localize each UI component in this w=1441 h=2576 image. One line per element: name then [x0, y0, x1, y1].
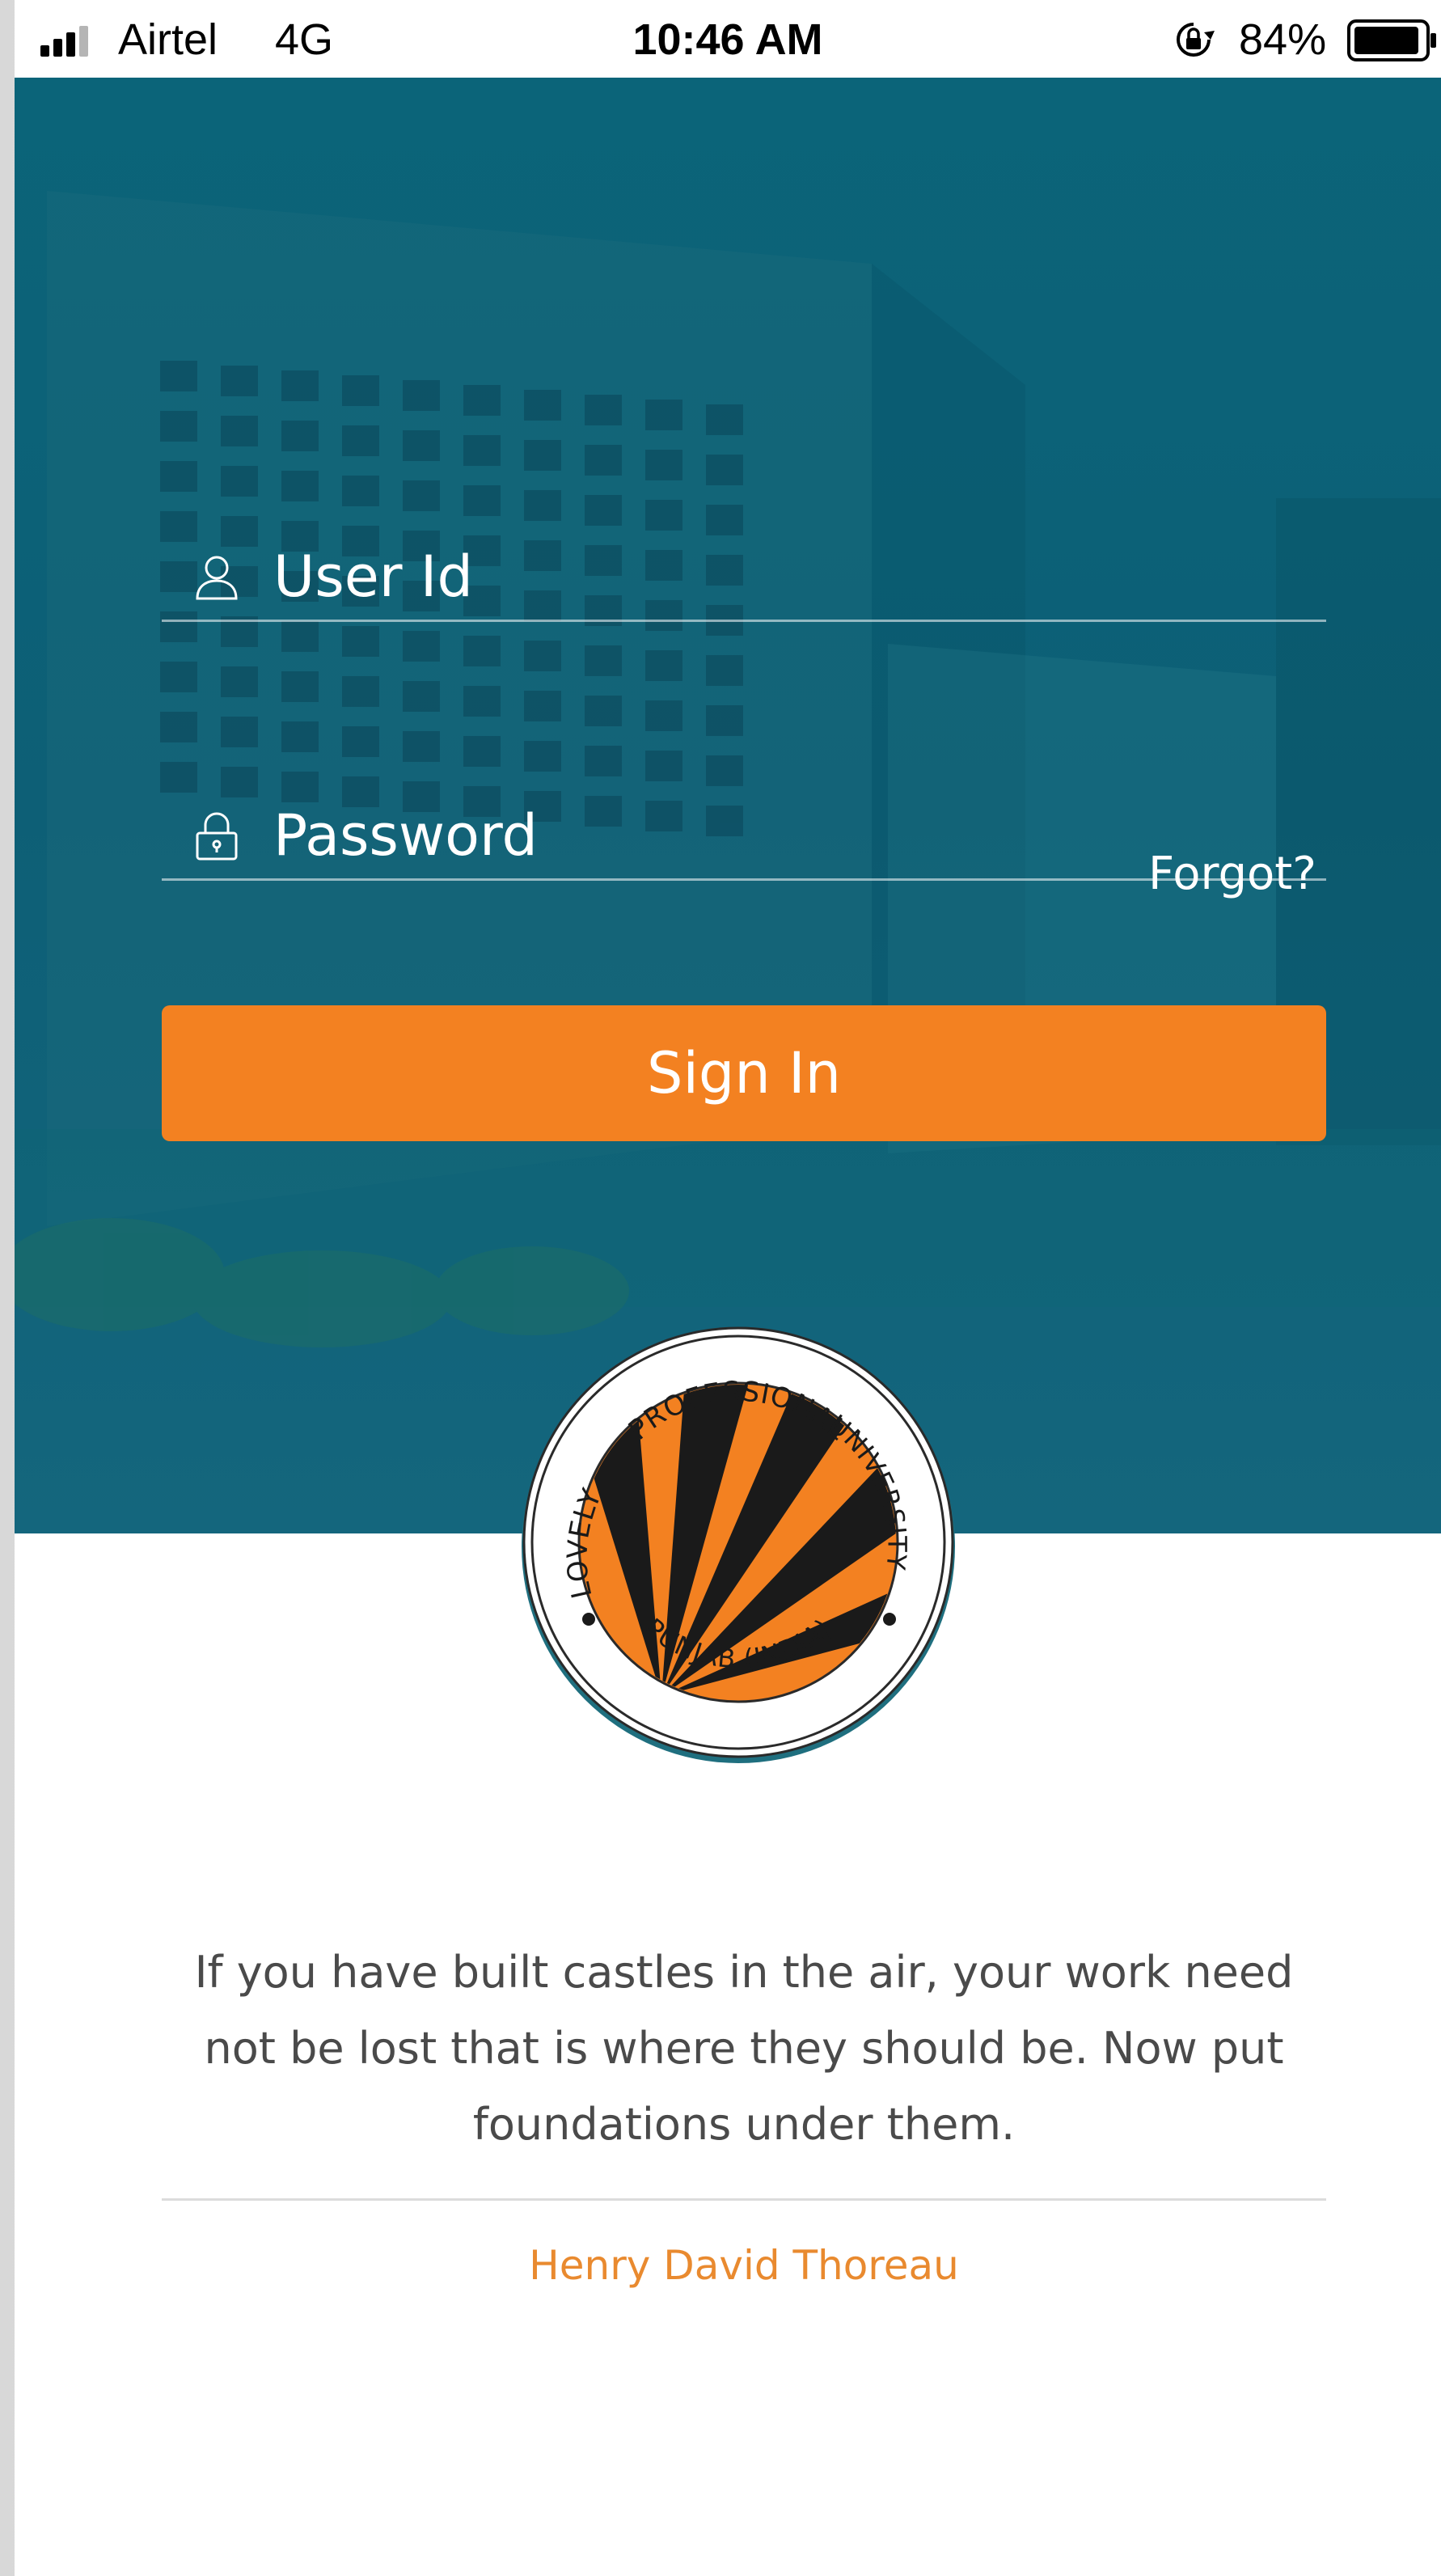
- battery-icon: [1347, 19, 1436, 61]
- userid-input[interactable]: [273, 540, 1130, 613]
- password-field: Forgot?: [162, 749, 1326, 900]
- sign-in-button[interactable]: Sign In: [162, 1005, 1326, 1141]
- phone-screen: Airtel 4G 10:46 AM 84% User Id Forgot? S…: [15, 0, 1441, 2576]
- status-time: 10:46 AM: [632, 15, 823, 64]
- orientation-lock-icon: [1177, 23, 1215, 57]
- login-hero: Forgot? Sign In: [15, 78, 1441, 1533]
- password-input[interactable]: [273, 799, 1130, 872]
- user-icon: [196, 556, 238, 600]
- university-logo: PROFESSIONAL UNIVERSITY LOVELY PUNJAB (I…: [522, 1326, 955, 1763]
- battery-percent: 84%: [1239, 15, 1327, 64]
- quote-author: Henry David Thoreau: [529, 2242, 959, 2289]
- forgot-password-link[interactable]: Forgot?: [1148, 848, 1316, 900]
- quote-text: If you have built castles in the air, yo…: [194, 1947, 1294, 2150]
- lock-icon: [196, 812, 238, 861]
- status-bar: Airtel 4G 10:46 AM 84%: [15, 0, 1441, 78]
- userid-field: [162, 490, 1326, 622]
- quote-divider: [162, 2198, 1326, 2201]
